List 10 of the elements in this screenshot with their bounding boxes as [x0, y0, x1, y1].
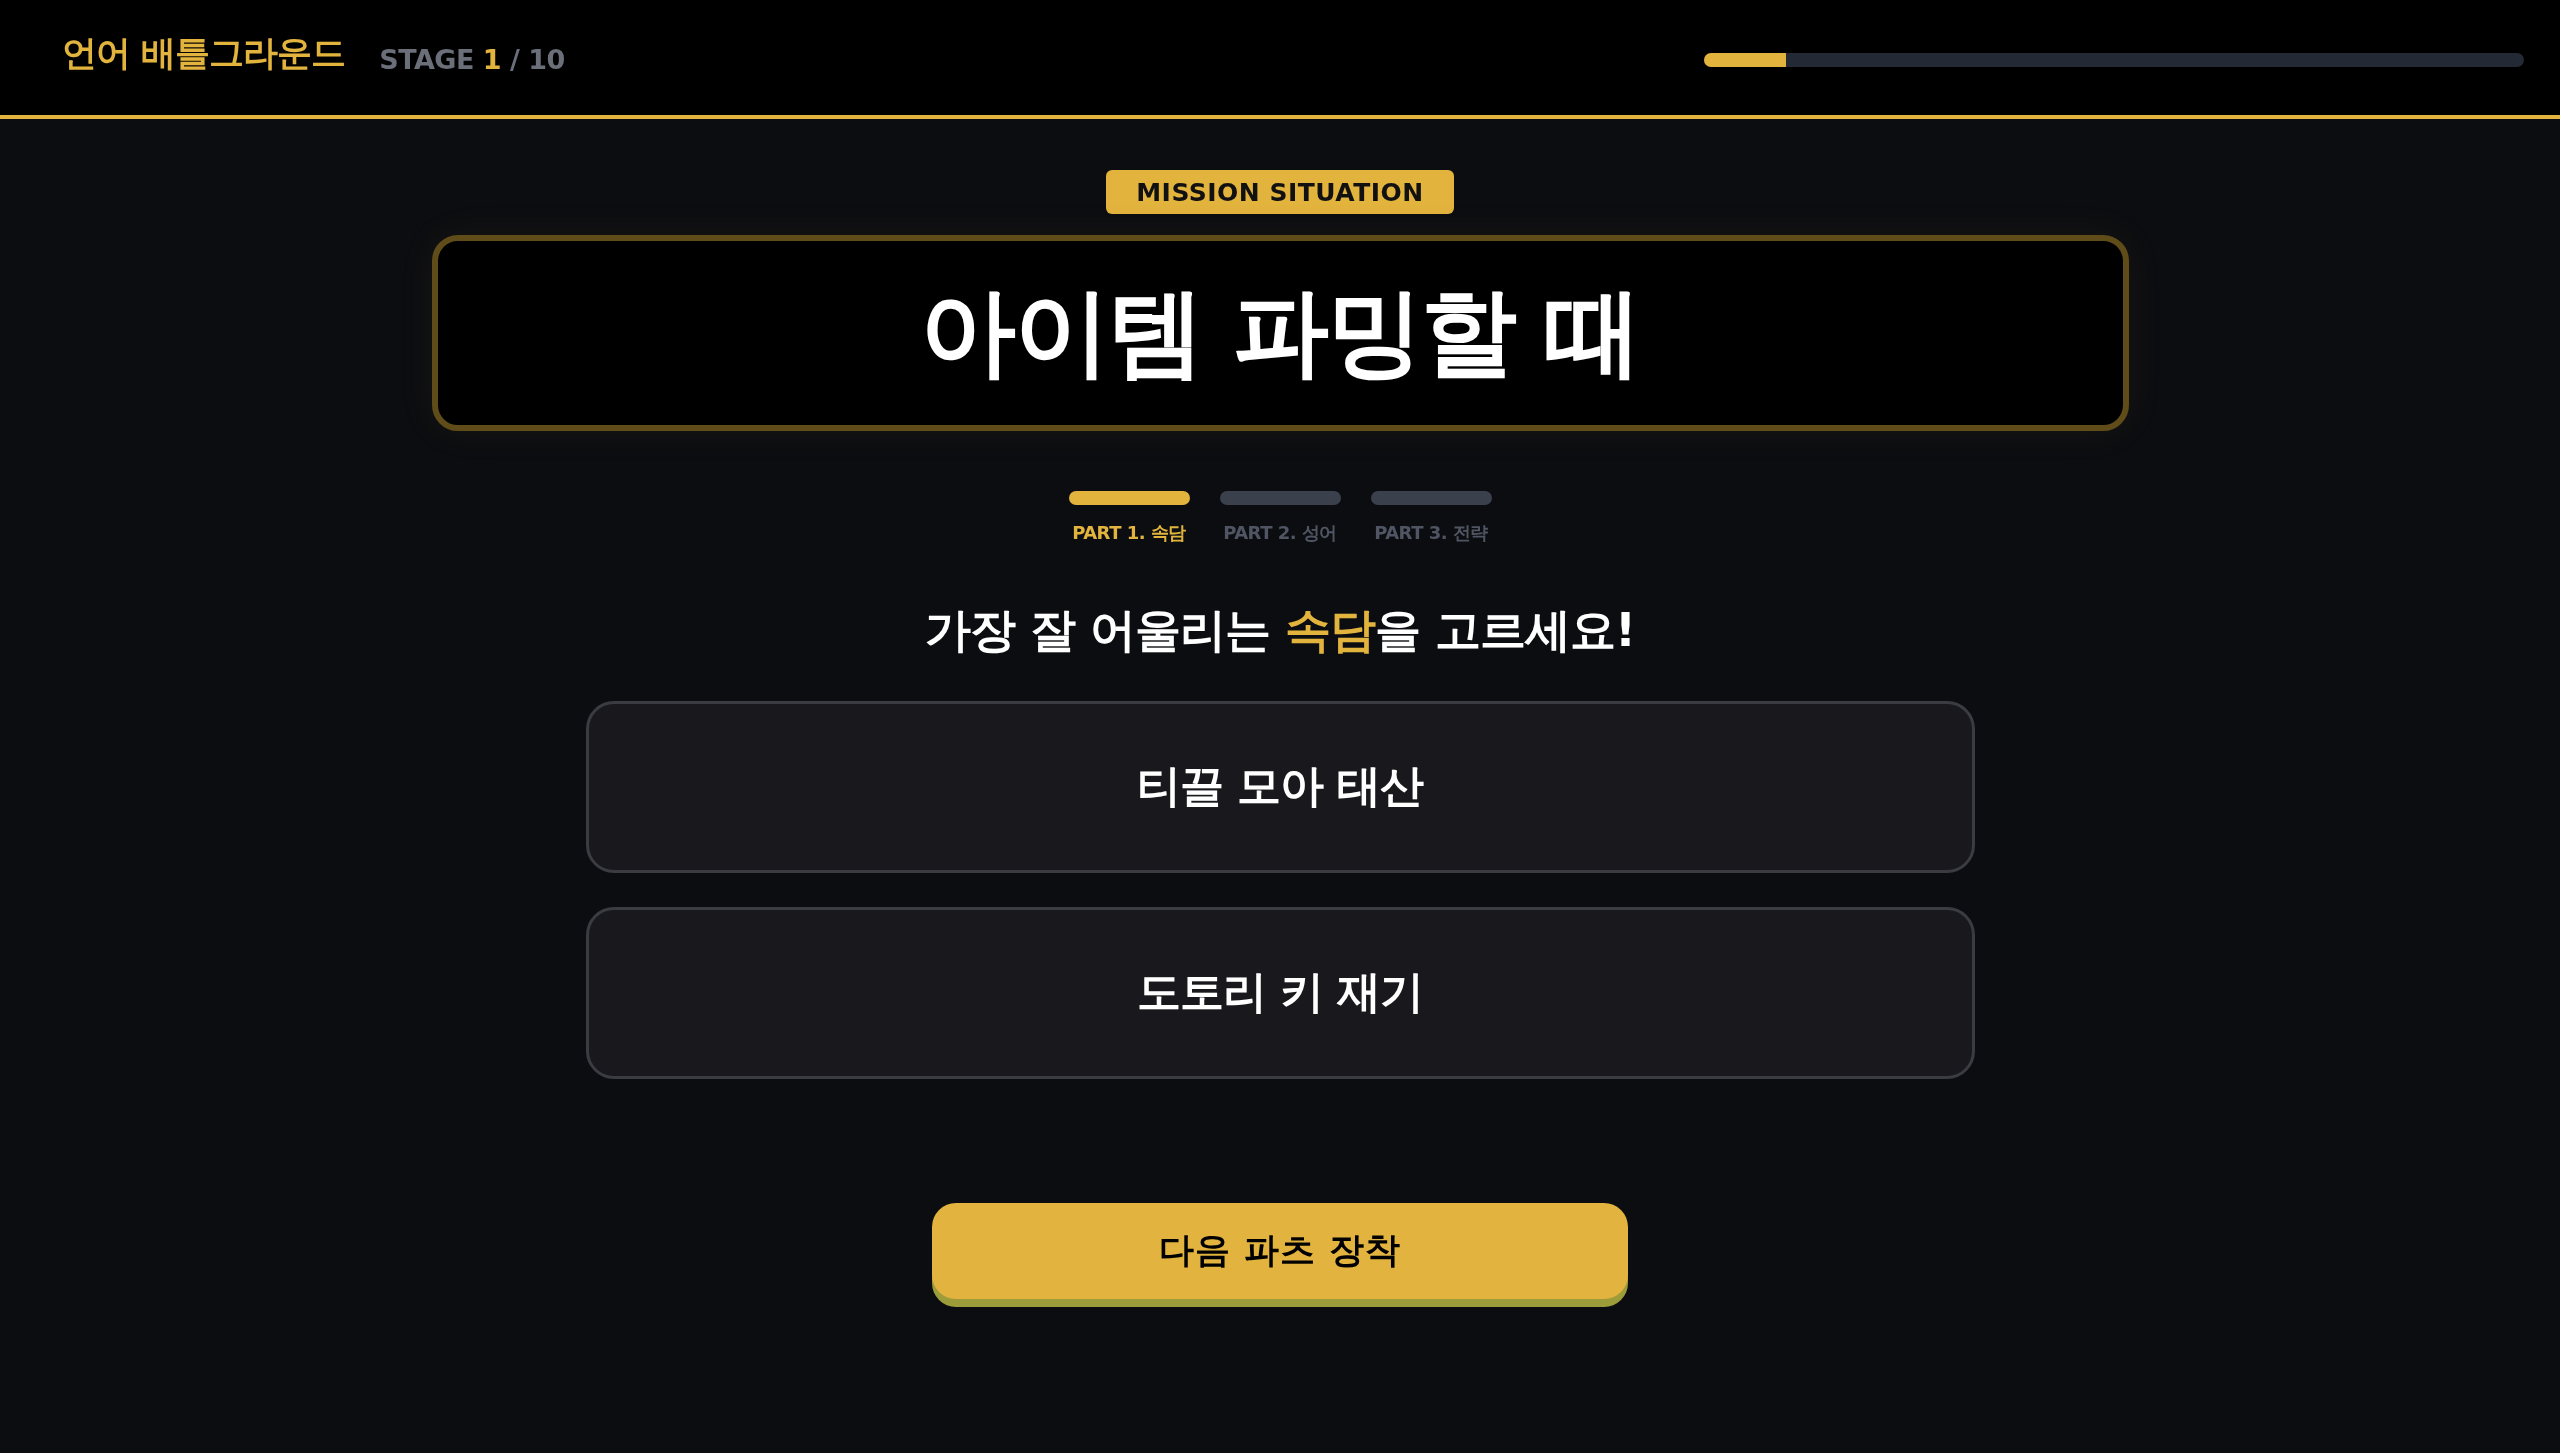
mission-badge: MISSION SITUATION [1106, 170, 1454, 214]
answer-option[interactable]: 도토리 키 재기 [585, 906, 1975, 1079]
step-label: PART 3. 전략 [1374, 521, 1488, 545]
step-label: PART 1. 속담 [1072, 521, 1186, 545]
app-logo-text: 언어 배틀그라운드 [62, 32, 346, 75]
mission-title: 아이템 파밍할 때 [919, 275, 1641, 391]
stage-counter: STAGE 1 / 10 [379, 44, 565, 75]
question-text: 가장 잘 어울리는 속담을 고르세요! [924, 602, 1635, 659]
answer-option[interactable]: 티끌 모아 태산 [585, 700, 1975, 873]
step-label: PART 2. 성어 [1223, 521, 1337, 545]
